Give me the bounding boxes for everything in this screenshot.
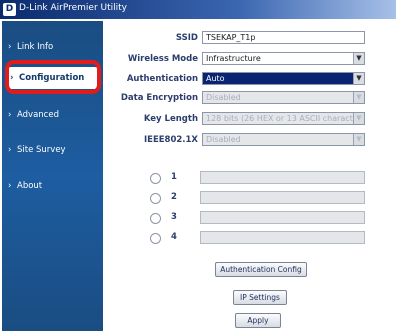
selection-highlight-ring [5,60,101,94]
wireless-mode-value: Infrastructure [206,54,261,63]
authentication-value: Auto [206,74,225,83]
key-1-radio[interactable] [150,173,161,184]
dropdown-arrow-icon: ▼ [353,92,364,103]
key-4-input[interactable] [200,231,365,244]
sidebar-item-label: Advanced [17,110,59,120]
sidebar-item-site-survey[interactable]: › Site Survey [8,142,96,158]
wireless-mode-select[interactable]: Infrastructure ▼ [202,52,365,65]
authentication-config-button[interactable]: Authentication Config [215,262,307,277]
data-encryption-label: Data Encryption [120,93,198,103]
ssid-input[interactable]: TSEKAP_T1p [202,31,365,44]
key-length-value: 128 bits (26 HEX or 13 ASCII characters) [206,114,365,123]
key-3-number: 3 [171,212,177,222]
authentication-select[interactable]: Auto ▼ [202,72,365,85]
window-title: D-Link AirPremier Utility [19,3,127,13]
dropdown-arrow-icon: ▼ [353,53,364,64]
configuration-panel: SSID TSEKAP_T1p Wireless Mode Infrastruc… [105,21,394,331]
key-length-label: Key Length [143,114,198,124]
chevron-right-icon: › [8,42,12,52]
d-link-logo-icon: D [3,3,16,16]
dropdown-arrow-icon: ▼ [353,113,364,124]
key-2-number: 2 [171,192,177,202]
chevron-right-icon: › [8,110,12,120]
key-4-radio[interactable] [150,233,161,244]
sidebar-item-advanced[interactable]: › Advanced [8,107,96,123]
title-bar: D D-Link AirPremier Utility [0,0,396,19]
wireless-mode-label: Wireless Mode [127,54,198,64]
key-2-radio[interactable] [150,193,161,204]
utility-window: D D-Link AirPremier Utility › Link Info ›… [0,0,396,333]
sidebar-item-label: About [17,181,43,191]
chevron-right-icon: › [8,145,12,155]
key-1-input[interactable] [200,171,365,184]
ssid-label: SSID [175,33,198,43]
dropdown-arrow-icon: ▼ [353,73,364,84]
chevron-right-icon: › [8,181,12,191]
key-length-select[interactable]: 128 bits (26 HEX or 13 ASCII characters)… [202,112,365,125]
ieee8021x-select[interactable]: Disabled ▼ [202,133,365,146]
key-4-number: 4 [171,232,177,242]
apply-button[interactable]: Apply [235,313,281,328]
key-1-number: 1 [171,172,177,182]
sidebar-item-link-info[interactable]: › Link Info [8,39,96,55]
sidebar-item-label: Site Survey [17,145,66,155]
sidebar-item-label: Link Info [17,42,54,52]
key-3-input[interactable] [200,211,365,224]
sidebar-item-about[interactable]: › About [8,178,96,194]
ieee8021x-label: IEEE802.1X [143,135,198,145]
ip-settings-button[interactable]: IP Settings [233,290,287,305]
ieee8021x-value: Disabled [206,135,241,144]
dropdown-arrow-icon: ▼ [353,134,364,145]
data-encryption-select[interactable]: Disabled ▼ [202,91,365,104]
authentication-label: Authentication [126,74,198,84]
key-2-input[interactable] [200,191,365,204]
key-3-radio[interactable] [150,213,161,224]
data-encryption-value: Disabled [206,93,241,102]
